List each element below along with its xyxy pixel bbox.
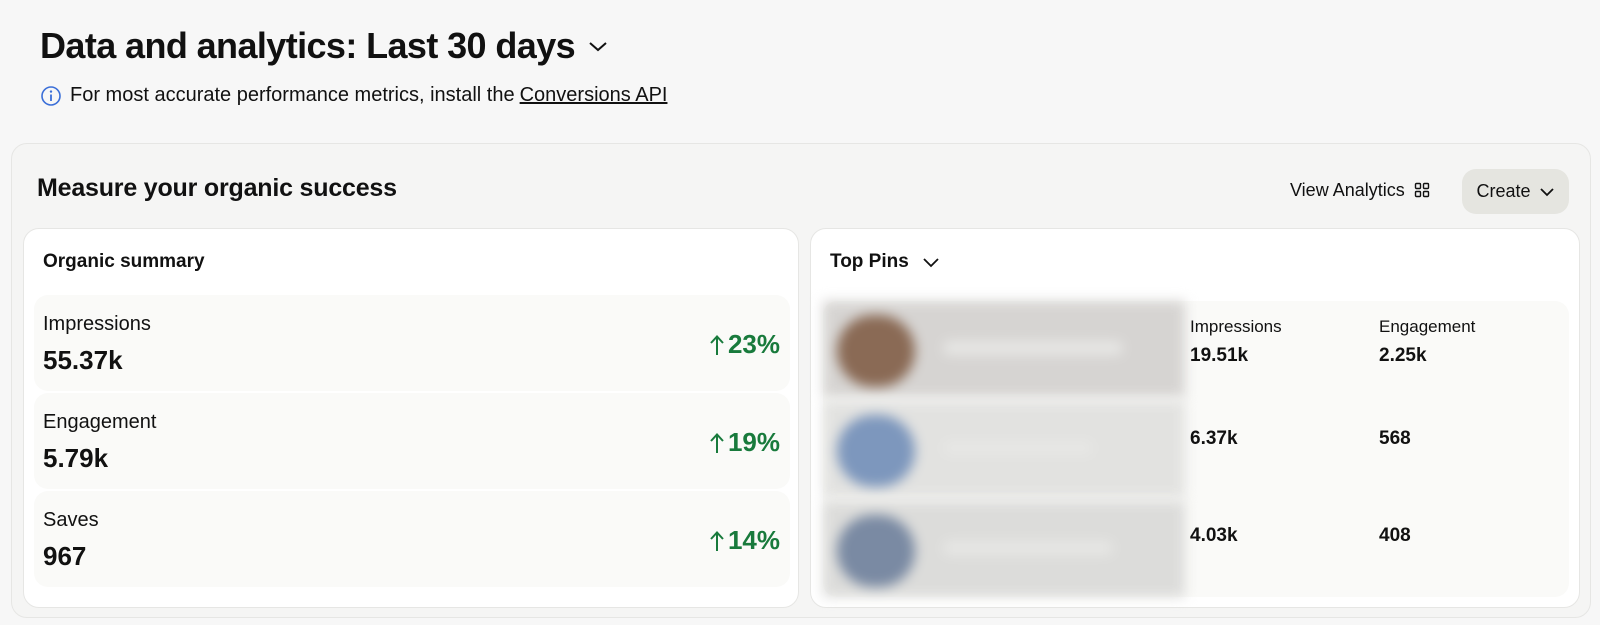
metric-change-value: 23%	[727, 329, 780, 359]
organic-summary-panel: Organic summary Impressions 55.37k 23% E…	[23, 228, 799, 608]
metric-change-value: 14%	[727, 525, 780, 555]
metric-label: Impressions	[43, 313, 151, 335]
arrow-up-icon	[708, 529, 726, 553]
top-pins-panel: Top Pins Impressions Engagement 19.51k 2…	[810, 228, 1580, 608]
pin-thumbnail[interactable]	[823, 301, 1185, 397]
create-button[interactable]: Create	[1462, 169, 1569, 214]
chevron-down-icon[interactable]	[587, 35, 609, 57]
engagement-column-label: Engagement	[1379, 317, 1476, 336]
pin-impressions-value: 19.51k	[1190, 345, 1249, 366]
top-pins-list: Impressions Engagement 19.51k 2.25k 6.37…	[823, 301, 1569, 597]
conversions-api-link[interactable]: Conversions API	[520, 84, 668, 107]
page-header: Data and analytics: Last 30 days For mos…	[40, 22, 667, 107]
pin-thumbnail[interactable]	[823, 401, 1185, 497]
arrow-up-icon	[708, 431, 726, 455]
metric-change: 23%	[708, 329, 780, 360]
pin-impressions-value: 4.03k	[1190, 525, 1238, 546]
info-text: For most accurate performance metrics, i…	[70, 84, 515, 106]
chevron-down-icon	[1539, 184, 1555, 200]
metric-row-impressions: Impressions 55.37k 23%	[34, 295, 790, 391]
pin-engagement-value: 568	[1379, 428, 1411, 449]
grid-icon	[1414, 182, 1430, 198]
metric-change: 19%	[708, 427, 780, 458]
page-title: Data and analytics: Last 30 days	[40, 25, 576, 66]
top-pins-title[interactable]: Top Pins	[830, 251, 941, 273]
organic-summary-title: Organic summary	[43, 251, 205, 273]
info-banner: For most accurate performance metrics, i…	[40, 84, 667, 107]
metric-label: Engagement	[43, 411, 157, 433]
metric-change-value: 19%	[727, 427, 780, 457]
view-analytics-button[interactable]: View Analytics	[1290, 170, 1430, 210]
view-analytics-label: View Analytics	[1290, 179, 1405, 200]
pin-engagement-value: 2.25k	[1379, 345, 1427, 366]
organic-success-card: Measure your organic success View Analyt…	[11, 143, 1591, 618]
metric-label: Saves	[43, 509, 99, 531]
metric-value: 55.37k	[43, 345, 123, 375]
top-pins-label: Top Pins	[830, 251, 909, 272]
info-icon	[40, 85, 62, 107]
pin-impressions-value: 6.37k	[1190, 428, 1238, 449]
chevron-down-icon[interactable]	[921, 252, 941, 272]
create-label: Create	[1476, 181, 1531, 201]
organic-summary-label: Organic summary	[43, 251, 205, 272]
metric-change: 14%	[708, 525, 780, 556]
title-row: Data and analytics: Last 30 days	[40, 22, 667, 70]
arrow-up-icon	[708, 333, 726, 357]
pin-engagement-value: 408	[1379, 525, 1411, 546]
metric-value: 967	[43, 541, 87, 571]
metric-value: 5.79k	[43, 443, 109, 473]
impressions-column-label: Impressions	[1190, 317, 1282, 336]
card-title: Measure your organic success	[37, 174, 397, 202]
metric-row-saves: Saves 967 14%	[34, 491, 790, 587]
metric-row-engagement: Engagement 5.79k 19%	[34, 393, 790, 489]
pin-thumbnail[interactable]	[823, 501, 1185, 597]
